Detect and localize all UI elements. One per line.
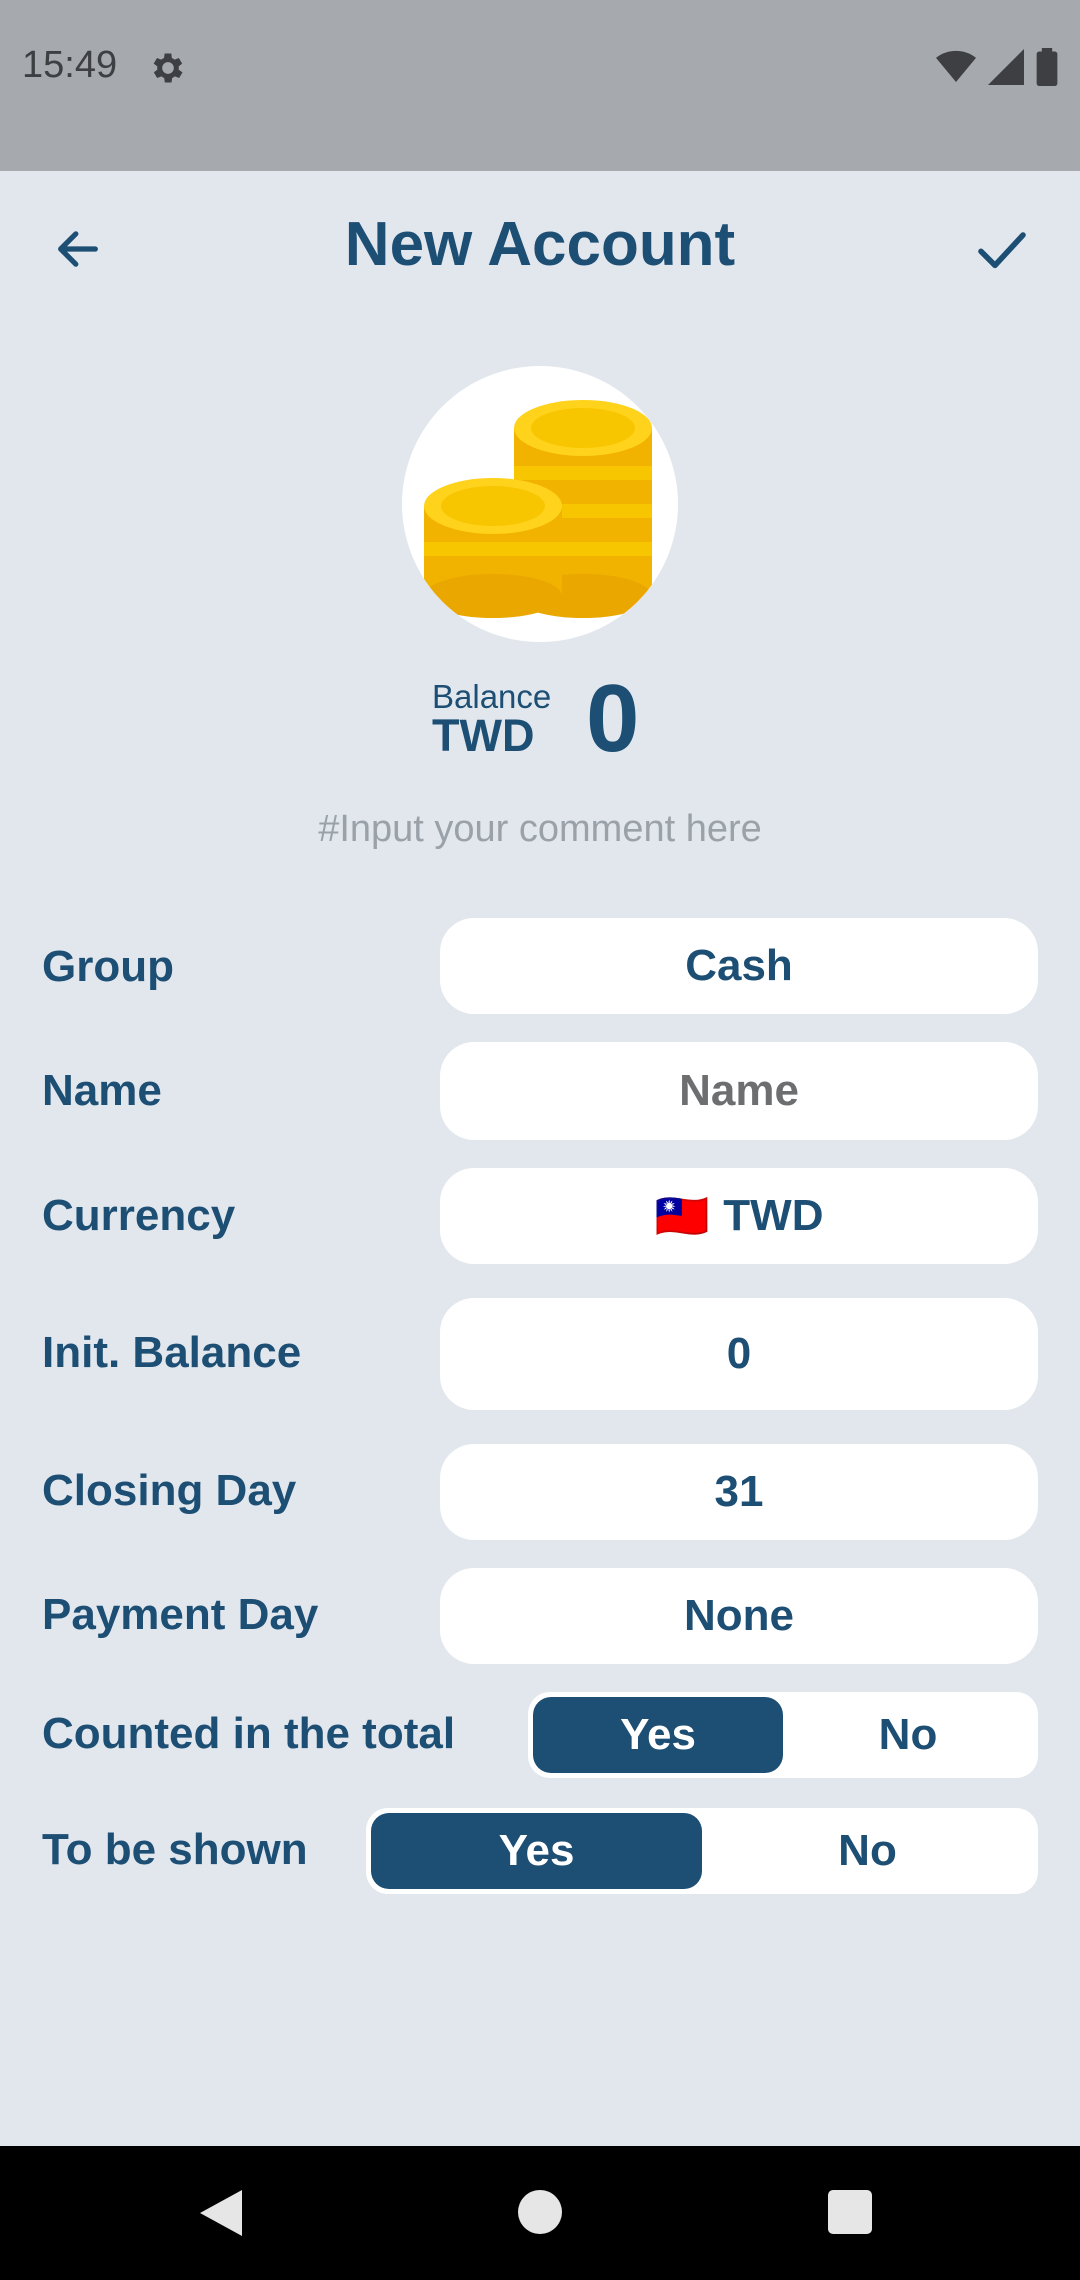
battery-icon <box>1036 48 1058 86</box>
counted-toggle: Yes No <box>528 1692 1038 1778</box>
confirm-button[interactable] <box>964 211 1040 287</box>
shown-no-option[interactable]: No <box>702 1813 1033 1889</box>
currency-field[interactable]: 🇹🇼 TWD <box>440 1168 1038 1264</box>
group-field[interactable]: Cash <box>440 918 1038 1014</box>
taiwan-flag-icon: 🇹🇼 <box>654 1192 710 1241</box>
closing-day-field[interactable]: 31 <box>440 1444 1038 1540</box>
nav-home-icon[interactable] <box>518 2190 562 2234</box>
signal-icon <box>988 49 1024 85</box>
nav-recents-icon[interactable] <box>828 2190 872 2234</box>
currency-value: TWD <box>723 1191 824 1240</box>
account-icon-button[interactable] <box>402 366 678 642</box>
system-navigation-bar <box>0 2146 1080 2280</box>
closing-day-label: Closing Day <box>42 1466 297 1515</box>
wifi-icon <box>936 50 976 82</box>
status-bar: 15:49 <box>0 0 1080 171</box>
counted-label: Counted in the total <box>42 1709 456 1758</box>
settings-gear-icon <box>148 48 188 93</box>
init-balance-input[interactable]: 0 <box>440 1298 1038 1410</box>
balance-currency: TWD <box>432 710 535 761</box>
currency-label: Currency <box>42 1191 236 1240</box>
status-icons <box>936 48 1058 86</box>
payment-day-field[interactable]: None <box>440 1568 1038 1664</box>
counted-yes-option[interactable]: Yes <box>533 1697 783 1773</box>
balance-display: Balance TWD 0 <box>432 665 672 772</box>
group-label: Group <box>42 942 174 991</box>
init-balance-label: Init. Balance <box>42 1328 302 1377</box>
shown-toggle: Yes No <box>366 1808 1038 1894</box>
shown-label: To be shown <box>42 1825 308 1874</box>
payment-day-label: Payment Day <box>42 1590 319 1639</box>
comment-input[interactable]: #Input your comment here <box>0 808 1080 851</box>
name-input[interactable]: Name <box>440 1042 1038 1140</box>
nav-back-icon[interactable] <box>200 2190 244 2236</box>
page-title: New Account <box>344 210 736 279</box>
name-label: Name <box>42 1066 162 1115</box>
balance-amount: 0 <box>586 665 640 772</box>
check-icon <box>978 232 1026 269</box>
app-bar: New Account <box>0 171 1080 321</box>
counted-no-option[interactable]: No <box>783 1697 1033 1773</box>
coins-icon <box>424 400 652 618</box>
status-time: 15:49 <box>22 44 118 86</box>
shown-yes-option[interactable]: Yes <box>371 1813 702 1889</box>
